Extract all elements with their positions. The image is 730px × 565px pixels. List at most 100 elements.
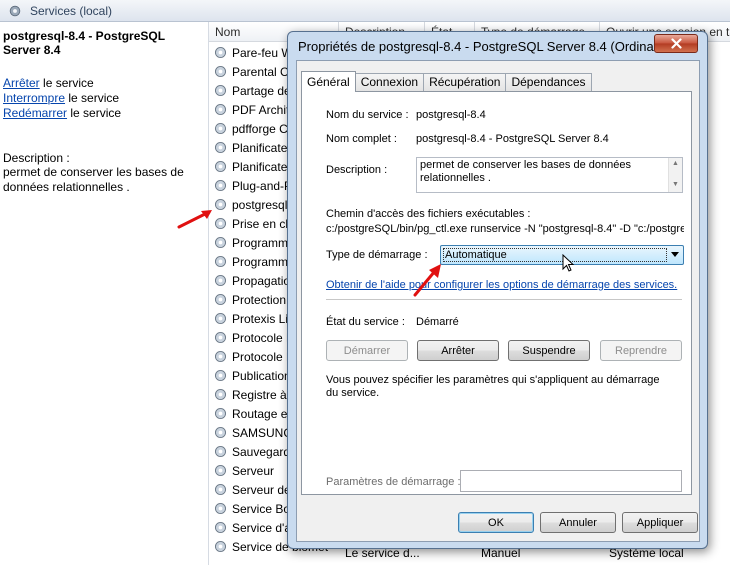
service-name: Routage et <box>232 406 291 421</box>
resume-button[interactable]: Reprendre <box>600 340 682 361</box>
table-row[interactable]: Sauvegarde <box>213 442 297 461</box>
selected-service-heading: postgresql-8.4 - PostgreSQL Server 8.4 <box>3 29 165 57</box>
service-name: Plug-and-P <box>232 178 293 193</box>
table-row[interactable]: PDF Archit <box>213 100 289 119</box>
service-gear-icon <box>213 406 228 421</box>
table-row[interactable]: Protocole P <box>213 347 294 366</box>
startup-help-link[interactable]: Obtenir de l'aide pour configurer les op… <box>326 279 677 291</box>
table-row[interactable]: Pare-feu W <box>213 43 293 62</box>
service-name: Partage de <box>232 83 291 98</box>
action-stop-text: le service <box>39 76 94 90</box>
restart-service-link[interactable]: Redémarrer <box>3 106 67 120</box>
table-row[interactable]: Parental Co <box>213 62 295 81</box>
table-row[interactable]: Serveur <box>213 461 274 480</box>
stop-button[interactable]: Arrêter <box>417 340 499 361</box>
service-gear-icon <box>213 444 228 459</box>
service-name: Programm <box>232 235 289 250</box>
service-name: PDF Archit <box>232 102 290 117</box>
table-row[interactable]: Protexis Lic <box>213 309 294 328</box>
table-row[interactable]: Service d'a <box>213 518 291 537</box>
table-row[interactable]: Protection <box>213 290 286 309</box>
action-pause: Interrompre le service <box>3 91 119 105</box>
table-row[interactable]: Serveur de <box>213 480 291 499</box>
pause-service-link[interactable]: Interrompre <box>3 91 65 105</box>
service-name: Publication <box>232 368 291 383</box>
stop-service-link[interactable]: Arrêter <box>3 76 40 90</box>
service-name: SAMSUNG <box>232 425 293 440</box>
startup-type-label: Type de démarrage : <box>326 249 428 261</box>
service-gear-icon <box>213 140 228 155</box>
service-gear-icon <box>213 425 228 440</box>
service-gear-icon <box>213 520 228 535</box>
tab-recovery[interactable]: Récupération <box>423 73 507 92</box>
tab-general[interactable]: Général <box>301 71 356 92</box>
table-row[interactable]: SAMSUNG <box>213 423 293 442</box>
startup-type-select[interactable]: Automatique <box>440 245 684 265</box>
service-name: postgresql- <box>232 197 292 212</box>
service-name: Protocole P <box>232 349 295 364</box>
apply-button[interactable]: Appliquer <box>622 512 698 533</box>
table-row[interactable]: Protocole E <box>213 328 294 347</box>
scroll-up-icon[interactable]: ▲ <box>672 160 679 167</box>
table-row[interactable]: Plug-and-P <box>213 176 292 195</box>
description-label: Description : <box>3 151 70 165</box>
description-box[interactable]: permet de conserver les bases de données… <box>416 157 683 193</box>
chevron-down-icon[interactable] <box>671 252 679 257</box>
table-row[interactable]: Planificate <box>213 138 287 157</box>
params-note: Vous pouvez spécifier les paramètres qui… <box>326 374 660 399</box>
ok-button[interactable]: OK <box>458 512 534 533</box>
service-gear-icon <box>213 102 228 117</box>
service-name: Prise en ch <box>232 216 293 231</box>
start-button[interactable]: Démarrer <box>326 340 408 361</box>
table-row[interactable]: Registre à d <box>213 385 297 404</box>
service-name: Planificate <box>232 140 288 155</box>
service-name: Pare-feu W <box>232 45 293 60</box>
action-restart-text: le service <box>67 106 122 120</box>
table-row[interactable]: pdfforge C <box>213 119 288 138</box>
table-row[interactable]: Programm <box>213 233 288 252</box>
service-gear-icon <box>213 235 228 250</box>
service-name: Protocole E <box>232 330 295 345</box>
description-scrollbar[interactable]: ▲ ▼ <box>668 158 682 192</box>
tab-logon[interactable]: Connexion <box>354 73 425 92</box>
service-gear-icon <box>213 292 228 307</box>
tab-dependencies[interactable]: Dépendances <box>505 73 592 92</box>
table-row[interactable]: Prise en ch <box>213 214 292 233</box>
service-name: pdfforge C <box>232 121 288 136</box>
service-gear-icon <box>213 45 228 60</box>
table-row[interactable]: Planificate <box>213 157 287 176</box>
service-name-label: Nom du service : <box>326 109 409 121</box>
description-field-label: Description : <box>326 164 388 176</box>
service-gear-icon <box>213 178 228 193</box>
service-gear-icon <box>213 349 228 364</box>
table-row[interactable]: Publication <box>213 366 291 385</box>
table-row[interactable]: Service Bon <box>213 499 297 518</box>
service-name: Propagatio <box>232 273 291 288</box>
table-row[interactable]: Propagatio <box>213 271 290 290</box>
service-gear-icon <box>213 121 228 136</box>
table-row[interactable]: postgresql- <box>213 195 291 214</box>
service-name: Service d'a <box>232 520 291 535</box>
dialog-title: Propriétés de postgresql-8.4 - PostgreSQ… <box>298 39 691 54</box>
service-status-label: État du service : <box>326 316 405 328</box>
close-button[interactable] <box>654 34 698 53</box>
service-gear-icon <box>213 216 228 231</box>
window-titlebar: Services (local) <box>0 0 730 22</box>
pause-button[interactable]: Suspendre <box>508 340 590 361</box>
service-name: Serveur <box>232 463 275 478</box>
close-icon <box>670 38 682 49</box>
general-tab-page: Nom du service : postgresql-8.4 Nom comp… <box>301 91 692 495</box>
service-status-value: Démarré <box>416 316 459 328</box>
service-gear-icon <box>213 501 228 516</box>
cancel-button[interactable]: Annuler <box>540 512 616 533</box>
service-gear-icon <box>213 159 228 174</box>
table-row[interactable]: Routage et <box>213 404 291 423</box>
scroll-down-icon[interactable]: ▼ <box>672 181 679 188</box>
service-name: Protexis Lic <box>232 311 295 326</box>
table-row[interactable]: Partage de <box>213 81 291 100</box>
action-pause-text: le service <box>65 91 120 105</box>
display-name-value: postgresql-8.4 - PostgreSQL Server 8.4 <box>416 133 609 145</box>
start-params-input[interactable] <box>460 470 682 492</box>
table-row[interactable]: Programm <box>213 252 288 271</box>
path-value: c:/postgreSQL/bin/pg_ctl.exe runservice … <box>326 223 684 235</box>
